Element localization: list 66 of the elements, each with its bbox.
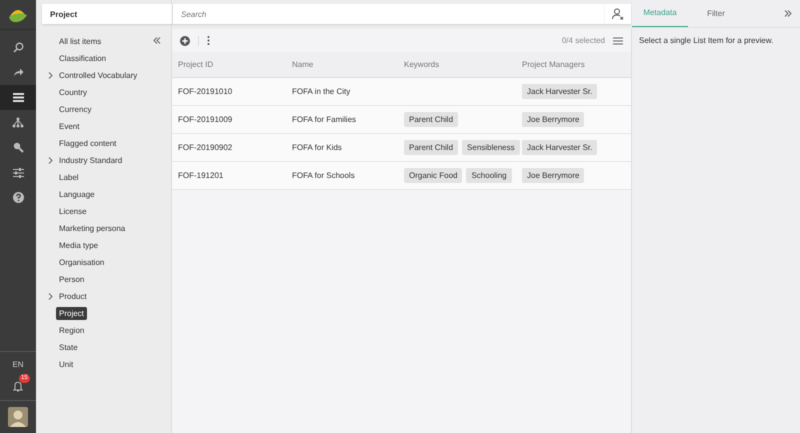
- sidebar-item[interactable]: Classification: [56, 52, 110, 65]
- sidebar-item[interactable]: Marketing persona: [56, 222, 128, 235]
- nav-button[interactable]: [0, 85, 36, 110]
- panel-tab[interactable]: Filter: [688, 0, 744, 27]
- search-icon: [12, 42, 24, 53]
- table-cell-text: FOF-20190902: [178, 143, 234, 152]
- collapse-icon[interactable]: [153, 37, 161, 44]
- table-cell-text: FOFA for Families: [292, 115, 358, 124]
- sidebar-item[interactable]: Industry Standard: [56, 154, 126, 167]
- sidebar-item[interactable]: Label: [56, 171, 82, 184]
- hierarchy-icon: [12, 117, 24, 128]
- table-cell-text: FOFA for Kids: [292, 143, 343, 152]
- page-title: Project: [42, 4, 172, 24]
- keyword-tag: Sensibleness: [462, 140, 520, 155]
- search-field[interactable]: Search: [172, 4, 605, 24]
- keyword-tag: Parent Child: [404, 112, 458, 127]
- chevron-right-icon[interactable]: [48, 72, 53, 79]
- sidebar-item[interactable]: Language: [56, 188, 98, 201]
- sidebar-item[interactable]: Project: [56, 307, 87, 320]
- keyword-tag: Schooling: [466, 168, 512, 183]
- wrench-icon: [12, 142, 24, 153]
- preview-message: Select a single List Item for a preview.: [638, 35, 774, 47]
- table-cell-text: FOF-20191010: [178, 87, 234, 96]
- keyword-tag: Organic Food: [404, 168, 462, 183]
- manager-tag: Jack Harvester Sr.: [522, 140, 598, 155]
- table-cell-text: FOFA for Schools: [292, 171, 356, 180]
- more-icon[interactable]: [207, 36, 210, 45]
- expand-icon[interactable]: [784, 10, 792, 16]
- manager-tag: Joe Berrymore: [522, 112, 584, 127]
- column-header[interactable]: Name: [292, 60, 404, 69]
- list-icon: [12, 93, 24, 102]
- sidebar-item[interactable]: Event: [56, 120, 82, 133]
- sidebar-item[interactable]: Unit: [56, 358, 76, 371]
- sidebar-item[interactable]: State: [56, 341, 81, 354]
- column-header[interactable]: Keywords: [404, 60, 522, 69]
- sidebar-item[interactable]: Flagged content: [56, 137, 120, 150]
- language-button[interactable]: EN: [12, 360, 24, 369]
- sliders-icon: [12, 168, 24, 178]
- column-header[interactable]: Project Managers: [522, 60, 631, 69]
- add-icon[interactable]: [180, 36, 190, 46]
- table-cell-text: FOF-20191009: [178, 115, 234, 124]
- sidebar-item[interactable]: Region: [56, 324, 88, 337]
- user-cross-icon: [612, 8, 624, 20]
- manager-tag: Jack Harvester Sr.: [522, 84, 598, 99]
- sidebar-item[interactable]: Person: [56, 273, 88, 286]
- sidebar-item[interactable]: Currency: [56, 103, 94, 116]
- share-arrow-icon: [12, 68, 24, 77]
- table-cell-text: FOF-191201: [178, 171, 224, 180]
- sidebar-item[interactable]: All list items: [56, 35, 104, 48]
- help-icon: [12, 192, 24, 203]
- sidebar-item[interactable]: License: [56, 205, 90, 218]
- selection-count: 0/4 selected: [562, 36, 605, 45]
- keyword-tag: Parent Child: [404, 140, 458, 155]
- table-cell-text: FOFA in the City: [292, 87, 352, 96]
- bell-icon[interactable]: [13, 381, 23, 392]
- sidebar-item[interactable]: Organisation: [56, 256, 108, 269]
- column-header[interactable]: Project ID: [178, 60, 292, 69]
- chevron-right-icon[interactable]: [48, 157, 53, 164]
- sidebar-item[interactable]: Product: [56, 290, 90, 303]
- chevron-right-icon[interactable]: [48, 293, 53, 300]
- manager-tag: Joe Berrymore: [522, 168, 584, 183]
- sidebar-item[interactable]: Country: [56, 86, 90, 99]
- menu-icon[interactable]: [613, 36, 623, 44]
- sidebar-item[interactable]: Controlled Vocabulary: [56, 69, 140, 82]
- clear-user-filter-button[interactable]: [605, 4, 631, 24]
- sidebar-item[interactable]: Media type: [56, 239, 102, 252]
